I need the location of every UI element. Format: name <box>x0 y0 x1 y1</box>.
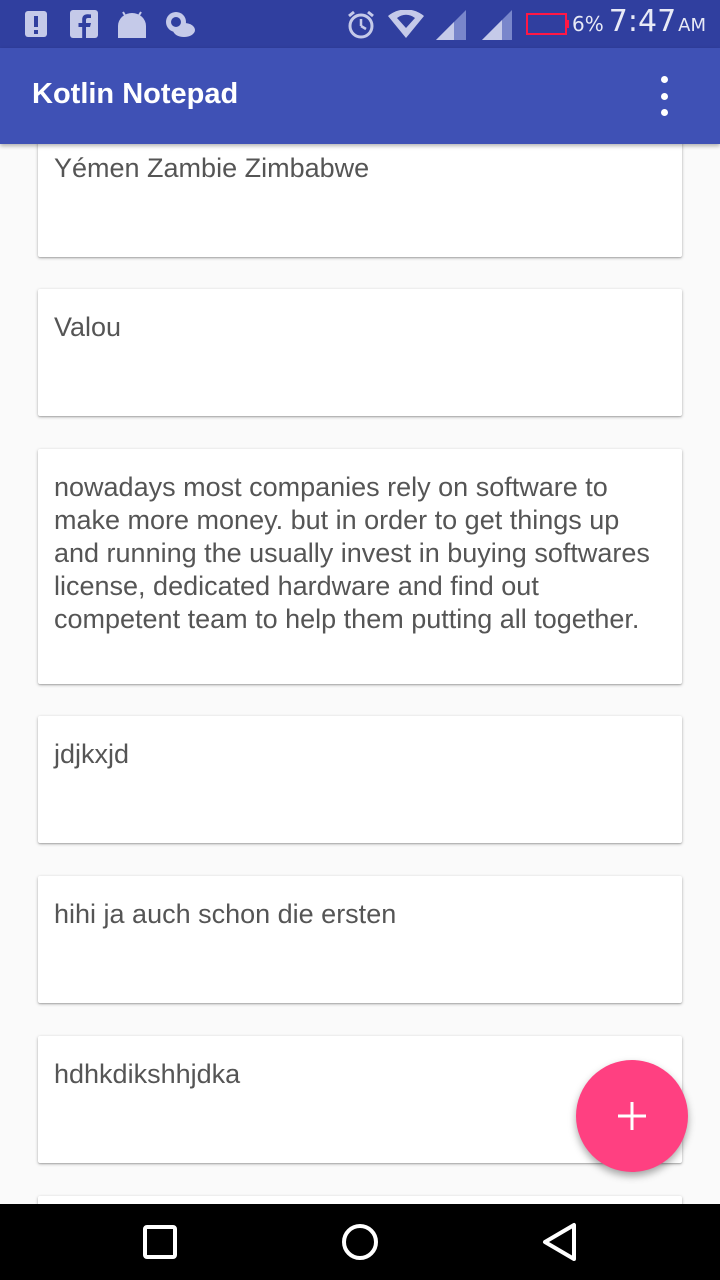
weather-icon <box>166 12 195 37</box>
clock-time: 7:47 <box>608 4 677 39</box>
signal-icon <box>436 10 466 40</box>
notification-icon <box>25 11 47 37</box>
note-text: jdjkxjd <box>54 739 130 769</box>
clock-ampm: AM <box>678 15 706 36</box>
note-text: nowadays most companies rely on software… <box>54 472 650 634</box>
note-card[interactable]: nowadays most companies rely on software… <box>38 449 682 684</box>
status-clock: 7:47 AM <box>609 4 706 39</box>
back-icon[interactable] <box>540 1222 580 1262</box>
android-icon <box>118 11 146 38</box>
notes-list[interactable]: Yémen Zambie Zimbabwe Valou nowadays mos… <box>0 144 720 1204</box>
more-vert-icon[interactable] <box>648 72 680 120</box>
app-bar: Kotlin Notepad <box>0 48 720 144</box>
wifi-icon <box>388 10 424 38</box>
signal-icon <box>482 10 512 40</box>
battery-icon <box>526 13 569 35</box>
note-card[interactable]: Yémen Zambie Zimbabwe <box>38 144 682 257</box>
status-bar: 6% 7:47 AM <box>0 0 720 48</box>
note-text: hihi ja auch schon die ersten <box>54 899 397 929</box>
note-text: Yémen Zambie Zimbabwe <box>54 153 370 183</box>
navigation-bar <box>0 1204 720 1280</box>
overflow-dot <box>660 92 668 100</box>
note-card[interactable]: Valou <box>38 289 682 416</box>
note-card[interactable] <box>38 1196 682 1204</box>
add-icon <box>618 1102 646 1130</box>
overflow-dot <box>660 109 668 116</box>
app-title: Kotlin Notepad <box>32 78 239 110</box>
battery-percent: 6% <box>572 12 604 36</box>
recents-icon[interactable] <box>140 1222 180 1262</box>
note-text: Valou <box>54 312 122 342</box>
alarm-icon <box>348 10 374 39</box>
note-card[interactable]: hihi ja auch schon die ersten <box>38 876 682 1003</box>
overflow-dot <box>660 76 668 83</box>
note-card[interactable]: jdjkxjd <box>38 716 682 843</box>
note-text: hdhkdikshhjdka <box>54 1059 241 1089</box>
add-note-button[interactable] <box>576 1060 688 1172</box>
facebook-icon <box>70 10 98 38</box>
home-icon[interactable] <box>340 1222 380 1262</box>
